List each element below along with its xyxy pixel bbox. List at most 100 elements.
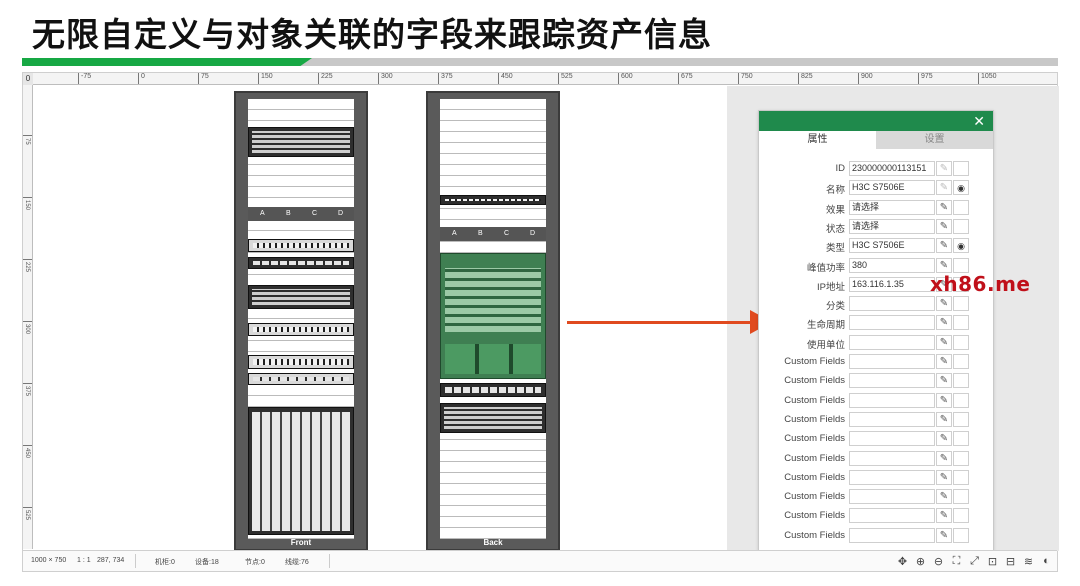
visibility-icon[interactable]	[953, 373, 969, 389]
device-switch[interactable]	[248, 323, 354, 336]
rack-count: 机柜:0	[155, 559, 175, 566]
edit-icon[interactable]: ✎	[936, 296, 952, 312]
property-value-field[interactable]	[849, 450, 935, 466]
property-value-field[interactable]: 请选择	[849, 218, 935, 234]
visibility-icon[interactable]	[953, 431, 969, 447]
property-value-field[interactable]	[849, 508, 935, 524]
visibility-icon[interactable]: ◉	[953, 180, 969, 196]
device-switch[interactable]	[248, 257, 354, 269]
edit-icon[interactable]: ✎	[936, 354, 952, 369]
device-blade-chassis[interactable]	[248, 407, 354, 535]
property-value-field[interactable]	[849, 373, 935, 389]
edit-icon[interactable]: ✎	[936, 161, 952, 176]
grid-icon[interactable]: ⊟	[1004, 555, 1017, 568]
device-switch[interactable]	[248, 373, 354, 385]
pdu-label: A	[452, 230, 457, 237]
visibility-icon[interactable]	[953, 450, 969, 466]
visibility-icon[interactable]	[953, 354, 969, 369]
visibility-icon[interactable]	[953, 469, 969, 485]
property-value-field[interactable]	[849, 411, 935, 427]
device-switch[interactable]	[248, 239, 354, 252]
property-value-field[interactable]	[849, 392, 935, 408]
device-server[interactable]	[440, 403, 546, 433]
device-switch[interactable]	[440, 383, 546, 397]
property-value-field[interactable]	[849, 334, 935, 350]
edit-icon[interactable]: ✎	[936, 315, 952, 331]
tab-properties[interactable]: 属性	[759, 131, 876, 149]
layers-icon[interactable]: ≋	[1022, 555, 1035, 568]
visibility-icon[interactable]	[953, 527, 969, 543]
tab-settings[interactable]: 设置	[876, 131, 993, 149]
edit-icon[interactable]: ✎	[936, 392, 952, 408]
property-value-field[interactable]: H3C S7506E	[849, 238, 935, 254]
edit-icon[interactable]: ✎	[936, 469, 952, 485]
property-label: Custom Fields	[784, 394, 845, 406]
visibility-icon[interactable]	[953, 334, 969, 350]
device-core-switch-selected[interactable]	[440, 253, 546, 379]
device-switch[interactable]	[440, 195, 546, 205]
export-icon[interactable]: ⊡	[986, 555, 999, 568]
zoom-in-icon[interactable]: ⊕	[914, 555, 927, 568]
device-server[interactable]	[248, 285, 354, 309]
edit-icon[interactable]: ✎	[936, 431, 952, 447]
settings-icon[interactable]: ◐	[1040, 555, 1053, 567]
property-value-field[interactable]: 请选择	[849, 199, 935, 215]
zoom-out-icon[interactable]: ⊖	[932, 555, 945, 568]
edit-icon[interactable]: ✎	[936, 411, 952, 427]
property-value-field[interactable]: 230000000113151	[849, 161, 935, 176]
edit-icon[interactable]: ✎	[936, 334, 952, 350]
property-value-field[interactable]: H3C S7506E	[849, 180, 935, 196]
fit-icon[interactable]: ⛶	[950, 555, 963, 568]
edit-icon[interactable]: ✎	[936, 450, 952, 466]
property-value-field[interactable]	[849, 296, 935, 312]
rack-front[interactable]: A B C D Front	[234, 91, 368, 551]
close-icon[interactable]: ✕	[973, 113, 985, 129]
slide-title: 无限自定义与对象关联的字段来跟踪资产信息	[32, 15, 712, 54]
edit-icon[interactable]: ✎	[936, 489, 952, 505]
property-value-field[interactable]	[849, 527, 935, 543]
edit-icon[interactable]: ✎	[936, 218, 952, 234]
rack-back[interactable]: A B C D Back	[426, 91, 560, 551]
move-icon[interactable]: ✥	[896, 555, 909, 568]
ruler-tick: 750	[738, 73, 753, 84]
visibility-icon[interactable]	[953, 411, 969, 427]
property-value-field[interactable]: 380	[849, 257, 935, 273]
visibility-icon[interactable]	[953, 508, 969, 524]
property-value-field[interactable]	[849, 354, 935, 369]
property-value-field[interactable]	[849, 315, 935, 331]
ruler-tick: 1050	[978, 73, 997, 84]
visibility-icon[interactable]	[953, 257, 969, 273]
edit-icon[interactable]: ✎	[936, 180, 952, 196]
pdu-front[interactable]: A B C D	[248, 207, 354, 221]
visibility-icon[interactable]	[953, 199, 969, 215]
canvas[interactable]: A B C D Front A B C D Back ✕ 属性 设置 ID 23…	[34, 86, 1059, 551]
property-value-field[interactable]	[849, 431, 935, 447]
visibility-icon[interactable]	[953, 392, 969, 408]
visibility-icon[interactable]	[953, 315, 969, 331]
visibility-icon[interactable]	[953, 218, 969, 234]
property-value-field[interactable]	[849, 489, 935, 505]
property-label: 状态	[825, 223, 845, 235]
visibility-icon[interactable]	[953, 161, 969, 176]
fullscreen-icon[interactable]: ⤢	[968, 555, 981, 568]
edit-icon[interactable]: ✎	[936, 199, 952, 215]
property-label: Custom Fields	[784, 529, 845, 541]
visibility-icon[interactable]	[953, 489, 969, 505]
pdu-label: C	[312, 210, 318, 217]
rack-unit-slot	[440, 473, 546, 484]
pdu-back[interactable]: A B C D	[440, 227, 546, 241]
edit-icon[interactable]: ✎	[936, 238, 952, 254]
edit-icon[interactable]: ✎	[936, 508, 952, 524]
edit-icon[interactable]: ✎	[936, 257, 952, 273]
horizontal-ruler: -75 0 75 150 225 300 375 450 525 600 675 750 825 900 9…	[33, 73, 1057, 85]
device-switch[interactable]	[248, 355, 354, 369]
visibility-icon[interactable]	[953, 296, 969, 312]
edit-icon[interactable]: ✎	[936, 373, 952, 389]
device-server[interactable]	[248, 127, 354, 157]
property-value-field[interactable]	[849, 469, 935, 485]
visibility-icon[interactable]: ◉	[953, 238, 969, 254]
watermark: xh86.me	[930, 272, 1031, 296]
property-row: Custom Fields ✎	[759, 527, 995, 544]
property-value-field[interactable]: 163.116.1.35	[849, 276, 935, 292]
edit-icon[interactable]: ✎	[936, 527, 952, 543]
